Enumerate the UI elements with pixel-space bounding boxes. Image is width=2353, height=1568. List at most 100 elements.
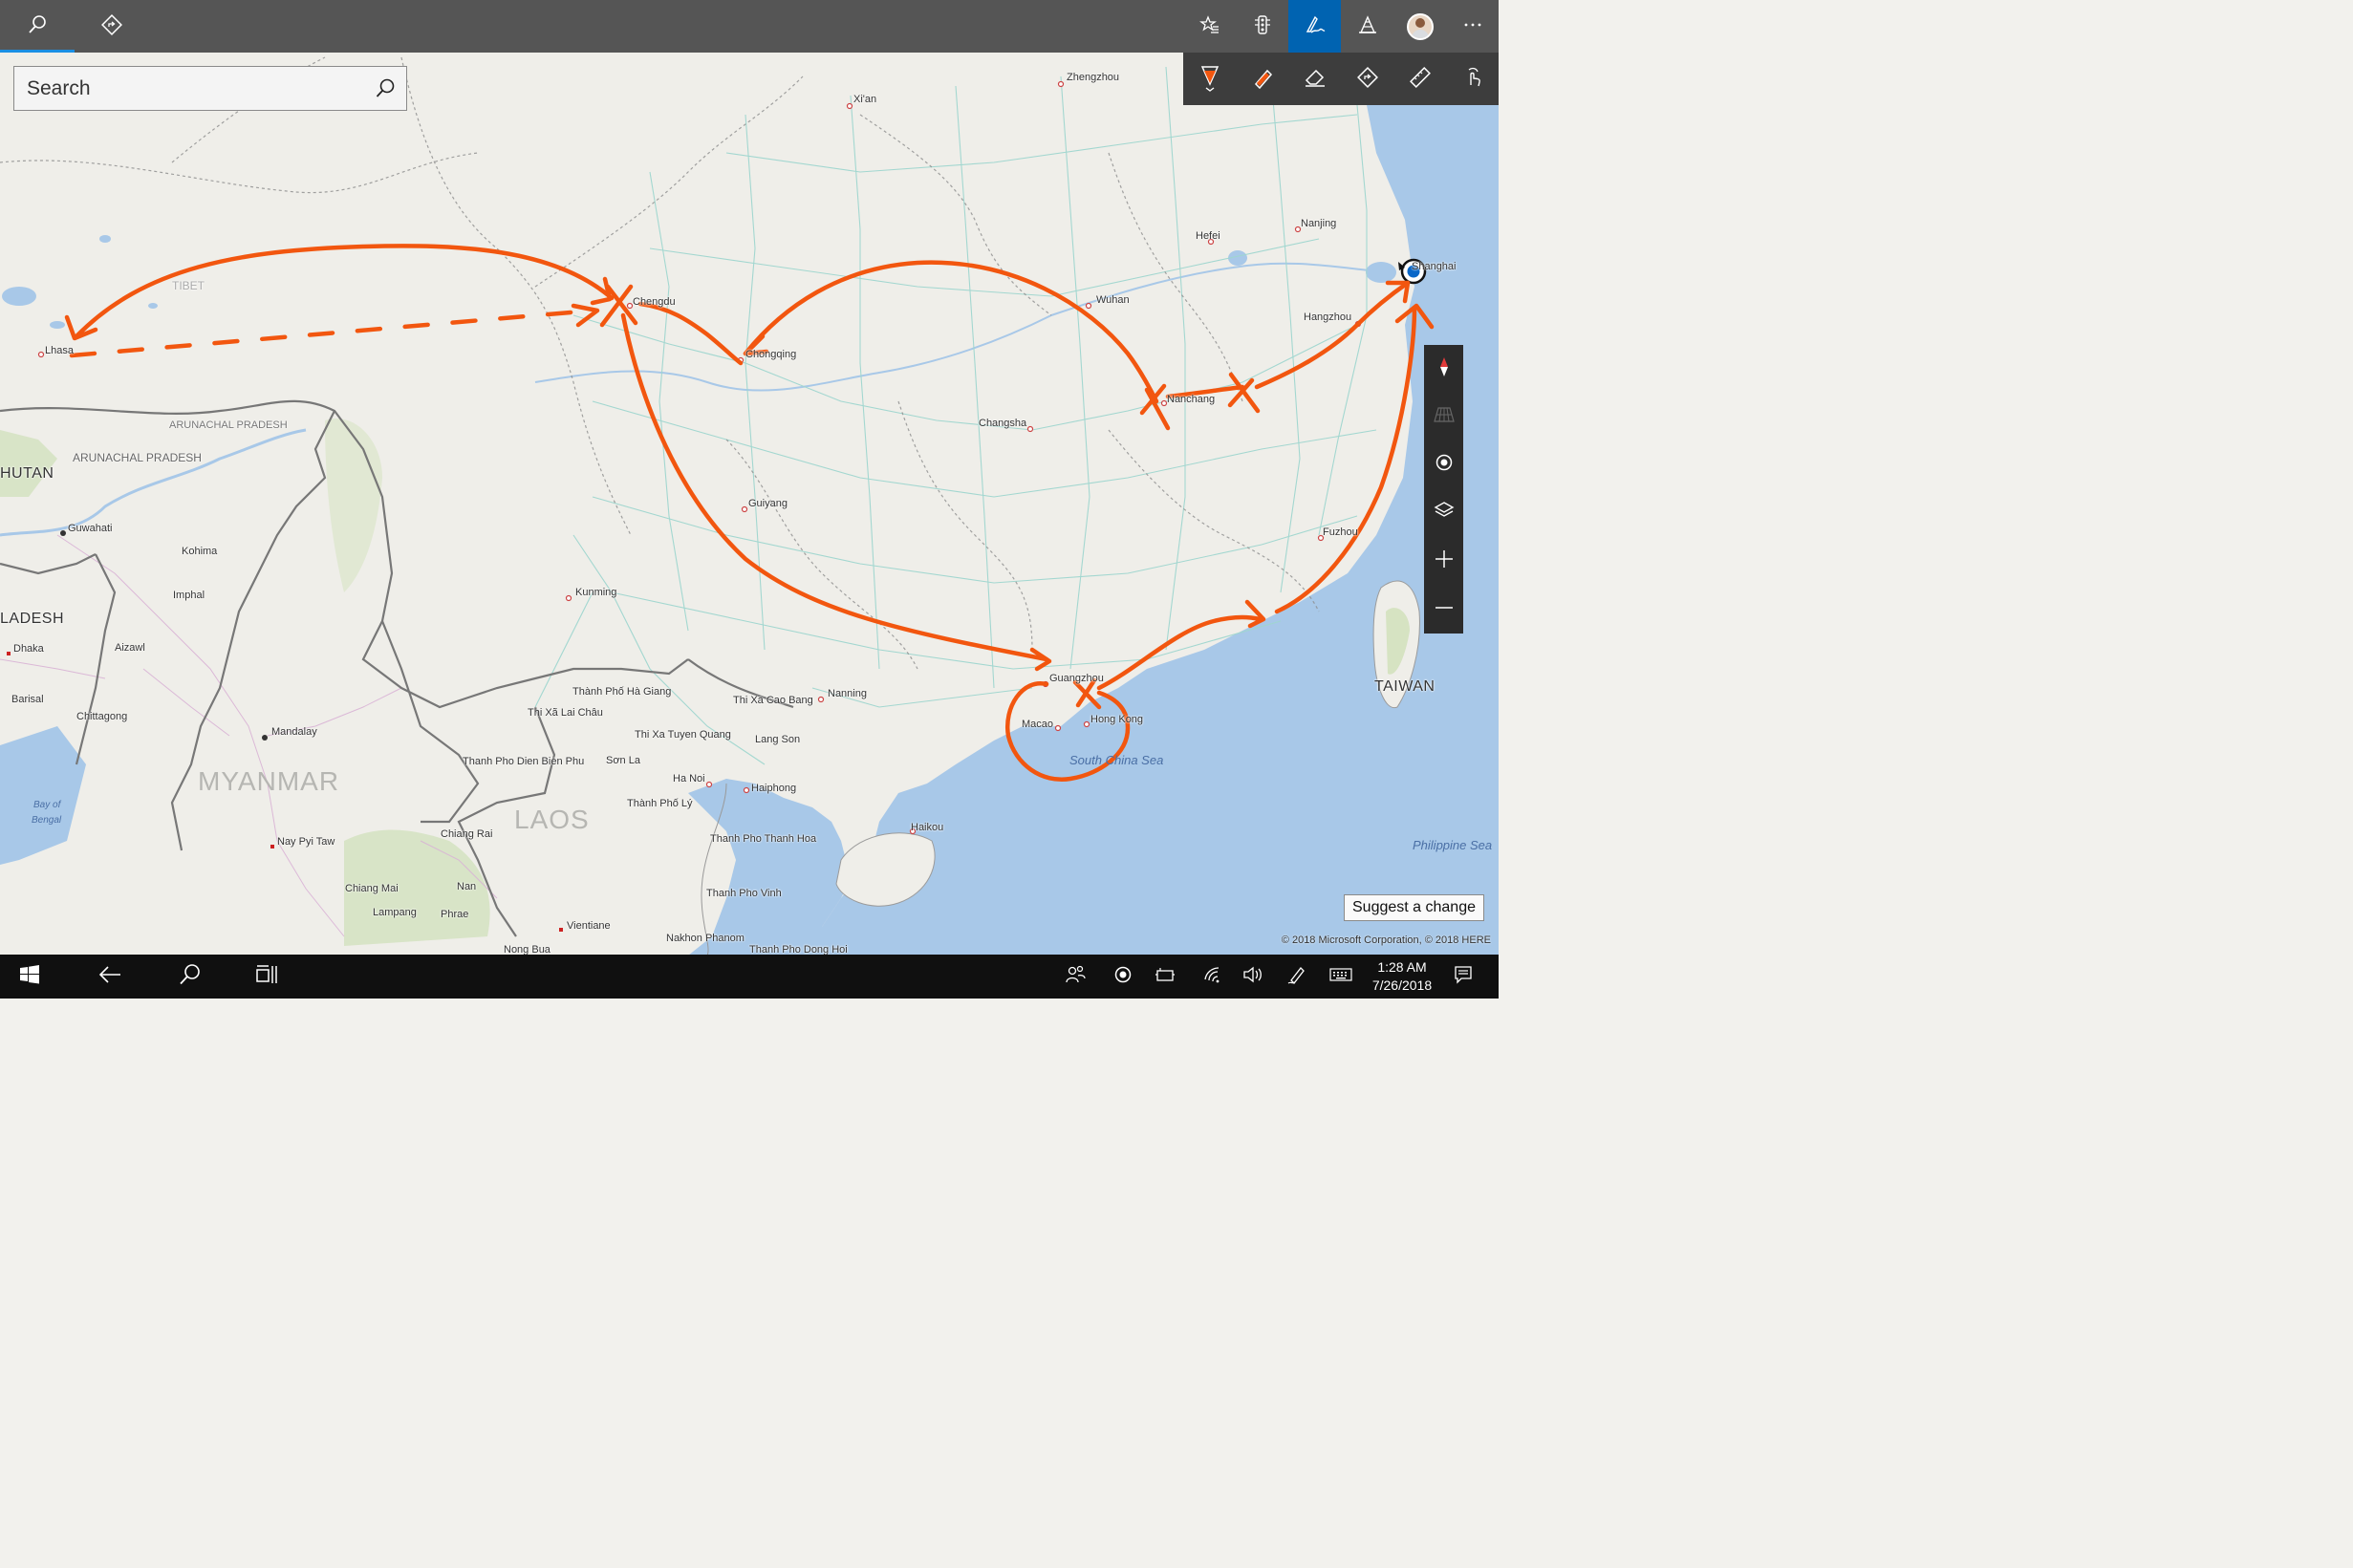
ruler-button[interactable]	[1393, 53, 1446, 105]
copyright-text: © 2018 Microsoft Corporation, © 2018 HER…	[1281, 934, 1491, 946]
city-label-aizawl: Aizawl	[115, 642, 145, 654]
compass-button[interactable]	[1424, 345, 1463, 393]
back-button[interactable]	[84, 955, 136, 999]
country-label-myanmar: MYANMAR	[198, 766, 340, 796]
city-label-chiang-rai: Chiang Rai	[441, 828, 493, 840]
volume-icon	[1242, 966, 1263, 987]
taskbar: 1:28 AM 7/26/2018	[0, 955, 1499, 999]
touch-writing-icon	[1461, 66, 1484, 93]
search-icon	[27, 14, 48, 39]
city-label-haikou: Haikou	[911, 822, 944, 833]
city-label-lang-son: Lang Son	[755, 734, 801, 745]
city-label-ha-giang: Thành Phố Hà Giang	[572, 686, 672, 698]
favorites-button[interactable]	[1183, 0, 1236, 53]
landmarks-3d-button[interactable]	[1341, 0, 1393, 53]
search-input[interactable]	[14, 67, 358, 110]
city-label-guiyang: Guiyang	[748, 498, 788, 509]
tablet-mode-button[interactable]	[1147, 955, 1183, 999]
windows-start-icon	[19, 964, 40, 989]
city-label-haiphong: Haiphong	[751, 783, 797, 794]
city-label-nay-pyi-taw: Nay Pyi Taw	[277, 836, 335, 848]
city-label-zhengzhou: Zhengzhou	[1067, 72, 1120, 83]
city-label-nong-bua: Nong Bua	[504, 944, 550, 955]
ballpoint-pen-icon	[1198, 61, 1222, 97]
eraser-button[interactable]	[1288, 53, 1341, 105]
cortana-search-button[interactable]	[164, 955, 216, 999]
city-label-wuhan: Wuhan	[1096, 294, 1130, 306]
region-label-arunachal-2: ARUNACHAL PRADESH	[73, 451, 202, 464]
user-avatar	[1406, 12, 1434, 40]
compass-icon	[1438, 356, 1450, 381]
city-label-xian: Xi'an	[853, 94, 877, 105]
wifi-button[interactable]	[1195, 955, 1231, 999]
tablet-icon	[1155, 966, 1176, 987]
task-view-button[interactable]	[241, 955, 292, 999]
city-label-nanchang: Nanchang	[1167, 394, 1216, 405]
touch-keyboard-button[interactable]	[1323, 955, 1359, 999]
city-label-guangzhou: Guangzhou	[1049, 673, 1104, 684]
city-label-dong-hoi: Thanh Pho Dong Hoi	[749, 944, 848, 955]
touch-writing-button[interactable]	[1446, 53, 1499, 105]
city-label-ha-noi: Ha Noi	[673, 773, 705, 784]
map-canvas[interactable]: Zhengzhou Xi'an Nanjing Hefei Shanghai W…	[0, 53, 1499, 955]
layers-icon	[1434, 501, 1455, 524]
ballpoint-pen-button[interactable]	[1183, 53, 1236, 105]
task-view-icon	[254, 964, 279, 989]
zoom-out-button[interactable]	[1424, 586, 1463, 634]
tilt-icon	[1433, 406, 1455, 427]
people-icon	[1065, 965, 1086, 988]
city-label-hong-kong: Hong Kong	[1090, 714, 1144, 725]
city-label-macao: Macao	[1022, 719, 1054, 730]
locate-me-button[interactable]	[1424, 440, 1463, 488]
city-label-chengdu: Chengdu	[633, 296, 676, 308]
city-label-dhaka: Dhaka	[13, 643, 44, 655]
landmarks-3d-icon	[1357, 14, 1378, 39]
account-button[interactable]	[1393, 0, 1446, 53]
water-label-bay-of-bengal-1: Bay of	[33, 800, 61, 810]
more-icon	[1462, 14, 1483, 39]
city-label-thanh-hoa: Thanh Pho Thanh Hoa	[710, 833, 817, 845]
traffic-button[interactable]	[1236, 0, 1288, 53]
search-box[interactable]	[13, 66, 407, 111]
start-button[interactable]	[0, 955, 59, 999]
directions-tab[interactable]	[75, 0, 149, 53]
map-controls	[1424, 345, 1463, 634]
city-label-mandalay: Mandalay	[271, 726, 317, 738]
tilt-button[interactable]	[1424, 393, 1463, 440]
highlighter-icon	[1250, 65, 1275, 94]
more-button[interactable]	[1446, 0, 1499, 53]
city-label-chittagong: Chittagong	[76, 711, 128, 722]
city-label-vientiane: Vientiane	[567, 920, 611, 932]
city-label-changsha: Changsha	[979, 418, 1027, 429]
action-record-icon	[1113, 965, 1133, 988]
people-button[interactable]	[1057, 955, 1093, 999]
action-center-button[interactable]	[1445, 955, 1481, 999]
cortana-search-icon	[179, 963, 202, 990]
region-label-taiwan: TAIWAN	[1374, 678, 1436, 695]
city-label-thanh-pho-ly: Thành Phố Lý	[627, 798, 693, 809]
pen-workspace-icon	[1286, 964, 1307, 989]
suggest-change-button[interactable]: Suggest a change	[1344, 894, 1484, 921]
traffic-icon	[1252, 14, 1273, 39]
clock[interactable]: 1:28 AM 7/26/2018	[1359, 958, 1445, 995]
city-label-guwahati: Guwahati	[68, 523, 113, 534]
favorites-icon	[1198, 14, 1220, 39]
volume-button[interactable]	[1235, 955, 1271, 999]
notifications-icon	[1454, 965, 1473, 988]
search-tab[interactable]	[0, 0, 75, 53]
map-layers-button[interactable]	[1424, 488, 1463, 536]
zoom-in-button[interactable]	[1424, 537, 1463, 585]
clock-date: 7/26/2018	[1371, 977, 1433, 993]
ink-directions-button[interactable]	[1341, 53, 1393, 105]
pen-workspace-button[interactable]	[1279, 955, 1315, 999]
ink-toolbar-button[interactable]	[1288, 0, 1341, 53]
ink-pen-icon	[1304, 13, 1327, 40]
city-label-kunming: Kunming	[575, 587, 617, 598]
search-icon[interactable]	[374, 77, 397, 100]
city-label-nakhon-phanom: Nakhon Phanom	[666, 933, 745, 944]
title-bar	[0, 0, 1499, 53]
highlighter-button[interactable]	[1236, 53, 1288, 105]
record-button[interactable]	[1105, 955, 1141, 999]
country-label-bhutan: HUTAN	[0, 465, 54, 482]
directions-icon	[101, 13, 122, 39]
